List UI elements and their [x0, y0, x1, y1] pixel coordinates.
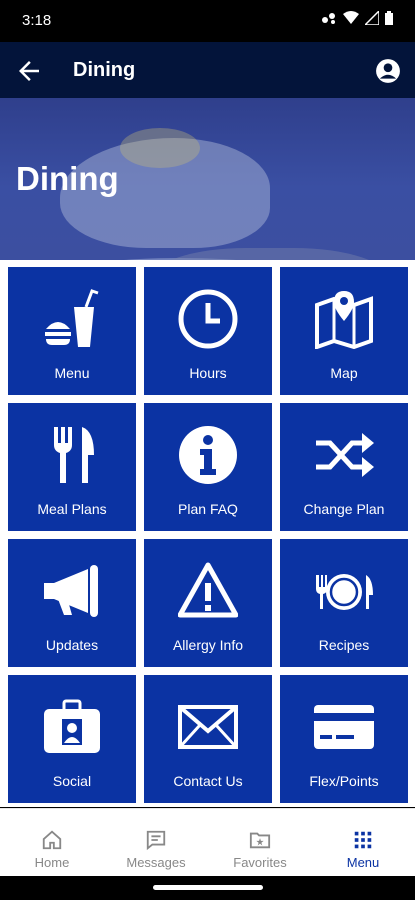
fork-knife-icon: [54, 427, 94, 483]
grid-menu-icon: [354, 831, 372, 849]
tile-label: Social: [52, 773, 92, 789]
tile-plan-faq[interactable]: Plan FAQ: [144, 403, 272, 531]
signal-icon: [365, 11, 379, 25]
link-icon: [322, 13, 335, 24]
tile-flex-points[interactable]: Flex/Points: [280, 675, 408, 803]
tile-recipes[interactable]: Recipes: [280, 539, 408, 667]
home-indicator[interactable]: [153, 885, 263, 890]
tile-allergy-info[interactable]: Allergy Info: [144, 539, 272, 667]
hero-image-detail: [120, 128, 200, 168]
home-icon: [42, 830, 62, 850]
status-icons: [321, 11, 393, 25]
tile-label: Plan FAQ: [178, 501, 238, 517]
tile-meal-plans[interactable]: Meal Plans: [8, 403, 136, 531]
tile-label: Updates: [45, 637, 99, 653]
tile-label: Meal Plans: [37, 501, 107, 517]
nav-messages[interactable]: Messages: [104, 809, 208, 877]
nav-home[interactable]: Home: [0, 809, 104, 877]
plate-icon: [316, 574, 373, 610]
tile-hours[interactable]: Hours: [144, 267, 272, 395]
warning-icon: [178, 562, 238, 618]
battery-icon: [385, 11, 393, 25]
bottom-navigation: Home Messages Favorites Menu: [0, 808, 415, 877]
messages-icon: [146, 830, 166, 851]
hero-title: Dining: [16, 160, 119, 197]
clock-icon: [178, 289, 238, 349]
nav-label: Messages: [126, 855, 186, 870]
dining-menu-grid: Menu Hours Map Meal Plans Plan FAQ Chang…: [0, 260, 415, 807]
tile-contact-us[interactable]: Contact Us: [144, 675, 272, 803]
status-time: 3:18: [22, 12, 52, 29]
page-title: Dining: [73, 59, 136, 81]
tile-label: Map: [330, 365, 358, 381]
envelope-icon: [178, 705, 238, 749]
status-bar: 3:18: [0, 0, 415, 42]
tile-map[interactable]: Map: [280, 267, 408, 395]
nav-label: Home: [34, 855, 70, 870]
tile-updates[interactable]: Updates: [8, 539, 136, 667]
hero-image-detail: [150, 248, 390, 260]
back-arrow-icon[interactable]: [14, 56, 44, 86]
tile-social[interactable]: Social: [8, 675, 136, 803]
hero-banner: Dining: [0, 98, 415, 260]
nav-label: Menu: [346, 855, 380, 870]
favorites-icon: [249, 832, 271, 849]
tile-label: Hours: [189, 365, 227, 381]
shuffle-icon: [316, 433, 374, 477]
account-icon[interactable]: [375, 58, 401, 84]
fast-food-icon: [45, 289, 99, 347]
nav-favorites[interactable]: Favorites: [208, 809, 312, 877]
nav-menu[interactable]: Menu: [311, 809, 415, 877]
tile-label: Allergy Info: [172, 637, 244, 653]
wifi-icon: [343, 11, 359, 24]
id-badge-icon: [44, 699, 100, 753]
info-icon: [179, 426, 237, 484]
tile-menu[interactable]: Menu: [8, 267, 136, 395]
app-bar: Dining: [0, 42, 415, 98]
nav-label: Favorites: [233, 855, 287, 870]
megaphone-icon: [44, 565, 98, 617]
tile-label: Menu: [54, 365, 90, 381]
map-icon: [315, 291, 373, 349]
tile-label: Change Plan: [303, 501, 385, 517]
tile-label: Contact Us: [173, 773, 243, 789]
tile-label: Recipes: [318, 637, 370, 653]
credit-card-icon: [314, 705, 374, 749]
tile-change-plan[interactable]: Change Plan: [280, 403, 408, 531]
tile-label: Flex/Points: [309, 773, 379, 789]
